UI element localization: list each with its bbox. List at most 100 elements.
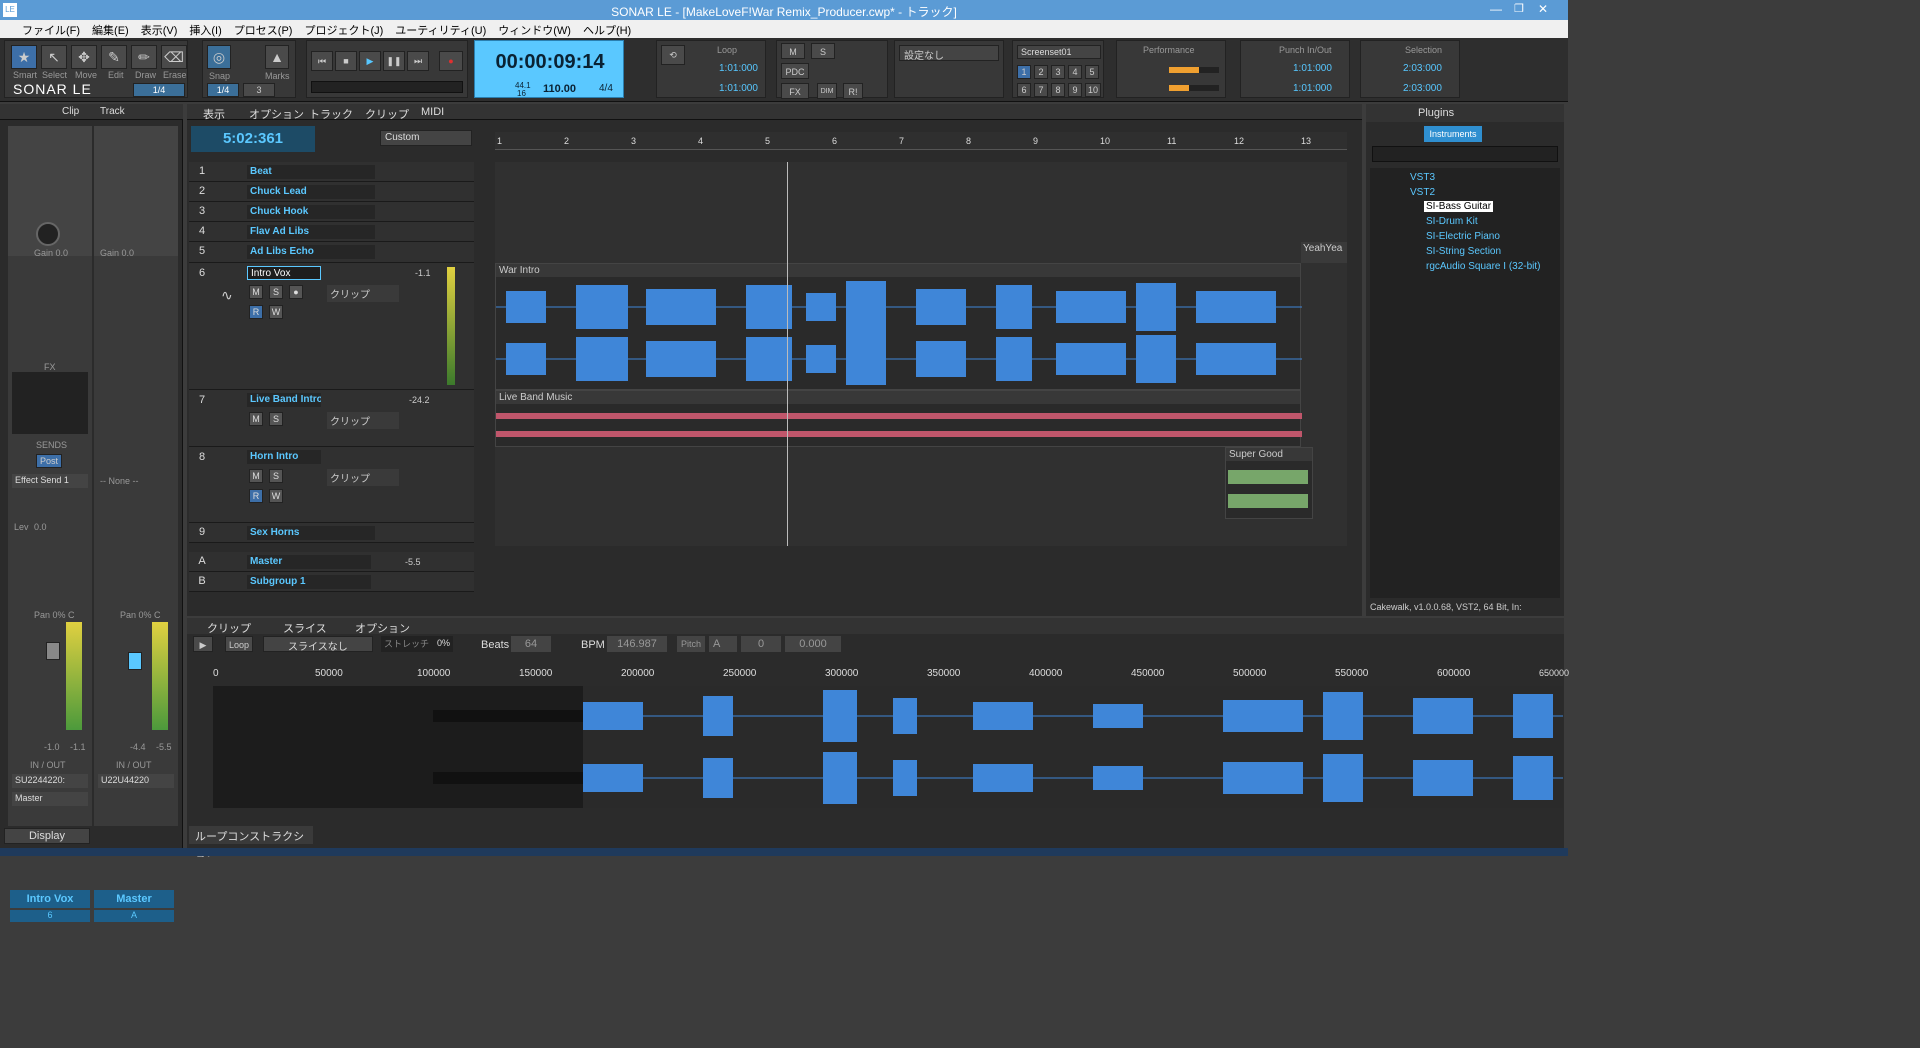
punch-start[interactable]: 1:01:000 xyxy=(1293,63,1332,74)
track-row[interactable]: 7 Live Band Intro -24.2 M S クリップ xyxy=(189,390,474,447)
instruments-button[interactable]: Instruments xyxy=(1424,126,1482,142)
tree-item-square[interactable]: rgcAudio Square I (32-bit) xyxy=(1426,261,1541,272)
screenset-3[interactable]: 3 xyxy=(1051,65,1065,79)
volume-fader-2[interactable] xyxy=(128,652,142,670)
move-tool-icon[interactable]: ✥ xyxy=(71,45,97,69)
screenset-1[interactable]: 1 xyxy=(1017,65,1031,79)
read-button[interactable]: R xyxy=(249,489,263,503)
fx-button[interactable]: FX xyxy=(781,83,809,99)
timeline-ruler[interactable]: 1 2 3 4 5 6 7 8 9 10 11 12 13 xyxy=(495,132,1347,150)
snap-resolution[interactable]: 1/4 xyxy=(207,83,239,97)
pdc-button[interactable]: PDC xyxy=(781,63,809,79)
mute-button[interactable]: M xyxy=(249,285,263,299)
lc-fine[interactable]: 0.000 xyxy=(785,636,841,652)
tree-item-strings[interactable]: SI-String Section xyxy=(1426,246,1501,257)
tree-item-bass[interactable]: SI-Bass Guitar xyxy=(1424,201,1494,212)
clip-war-intro[interactable]: War Intro xyxy=(495,263,1302,390)
input-select-1[interactable]: SU2244220: xyxy=(12,774,88,788)
stop-icon[interactable]: ■ xyxy=(335,51,357,71)
custom-select[interactable]: Custom xyxy=(380,130,472,146)
bus-name[interactable]: Master xyxy=(247,555,371,569)
track-row[interactable]: 5 Ad Libs Echo xyxy=(189,242,474,263)
bus-name[interactable]: Subgroup 1 xyxy=(247,575,371,589)
tree-folder-vst3[interactable]: VST3 xyxy=(1410,172,1435,183)
track-volume[interactable]: -1.1 xyxy=(415,268,431,278)
tv-menu-options[interactable]: オプション xyxy=(249,106,304,122)
display-button[interactable]: Display xyxy=(4,828,90,844)
lc-slice-select[interactable]: スライスなし xyxy=(263,636,373,653)
smart-tool-icon[interactable]: ★ xyxy=(11,45,37,69)
volume-fader-1[interactable] xyxy=(46,642,60,660)
menu-file[interactable]: ファイル(F) xyxy=(0,20,86,40)
track-name[interactable]: Intro Vox xyxy=(247,266,321,280)
track-name[interactable]: Horn Intro xyxy=(247,450,321,464)
minimize-icon[interactable]: — xyxy=(1490,2,1502,16)
bus-row[interactable]: B Subgroup 1 xyxy=(189,572,474,592)
clip-live-band[interactable]: Live Band Music xyxy=(495,390,1302,447)
restore-icon[interactable]: ❐ xyxy=(1514,2,1524,15)
tv-menu-clip[interactable]: クリップ xyxy=(365,106,409,122)
track-row[interactable]: 9 Sex Horns xyxy=(189,523,474,543)
loop-end[interactable]: 1:01:000 xyxy=(719,83,758,94)
screenset-6[interactable]: 6 xyxy=(1017,83,1031,97)
screenset-7[interactable]: 7 xyxy=(1034,83,1048,97)
menu-edit[interactable]: 編集(E) xyxy=(86,20,135,40)
preset-select[interactable]: 設定なし xyxy=(899,45,999,62)
loop-start[interactable]: 1:01:000 xyxy=(719,63,758,74)
menu-view[interactable]: 表示(V) xyxy=(135,20,184,40)
clip-yeah[interactable]: YeahYea xyxy=(1301,242,1347,263)
track-row[interactable]: 6 Intro Vox -1.1 M S ● クリップ R W ∿ xyxy=(189,263,474,390)
tv-menu-track[interactable]: トラック xyxy=(309,106,353,122)
arm-button[interactable]: ● xyxy=(289,285,303,299)
close-icon[interactable]: ✕ xyxy=(1538,2,1548,16)
clip-select[interactable]: クリップ xyxy=(327,412,399,429)
edit-tool-icon[interactable]: ✎ xyxy=(101,45,127,69)
erase-tool-icon[interactable]: ⌫ xyxy=(161,45,187,69)
menu-process[interactable]: プロセス(P) xyxy=(228,20,299,40)
screenset-10[interactable]: 10 xyxy=(1085,83,1101,97)
bus-volume[interactable]: -5.5 xyxy=(405,557,421,567)
snap-value-box[interactable]: 1/4 xyxy=(133,83,185,97)
track-row[interactable]: 4 Flav Ad Libs xyxy=(189,222,474,242)
fast-forward-icon[interactable]: ⏭ xyxy=(407,51,429,71)
selection-start[interactable]: 2:03:000 xyxy=(1403,63,1442,74)
play-icon[interactable]: ▶ xyxy=(359,51,381,71)
menu-utility[interactable]: ユーティリティ(U) xyxy=(389,20,492,40)
tree-item-piano[interactable]: SI-Electric Piano xyxy=(1426,231,1500,242)
clip-super-good[interactable]: Super Good xyxy=(1225,447,1313,519)
tab-track[interactable]: Track xyxy=(100,106,125,117)
screenset-2[interactable]: 2 xyxy=(1034,65,1048,79)
position-slider[interactable] xyxy=(311,81,463,93)
write-button[interactable]: W xyxy=(269,305,283,319)
lc-bpm[interactable]: 146.987 xyxy=(607,636,667,652)
lc-beats[interactable]: 64 xyxy=(511,636,551,652)
dim-button[interactable]: DIM xyxy=(817,83,837,99)
tempo-value[interactable]: 110.00 xyxy=(543,83,576,95)
track-row[interactable]: 2 Chuck Lead xyxy=(189,182,474,202)
mute-button[interactable]: M xyxy=(249,412,263,426)
mute-all-button[interactable]: M xyxy=(781,43,805,59)
selection-end[interactable]: 2:03:000 xyxy=(1403,83,1442,94)
marks-icon[interactable]: ▲ xyxy=(265,45,289,69)
solo-button[interactable]: S xyxy=(269,412,283,426)
lc-semitone[interactable]: 0 xyxy=(741,636,781,652)
lc-menu-slice[interactable]: スライス xyxy=(283,620,327,636)
lc-tab[interactable]: ループコンストラクション xyxy=(189,826,313,859)
record-icon[interactable]: ● xyxy=(439,51,463,71)
draw-tool-icon[interactable]: ✏ xyxy=(131,45,157,69)
track-volume[interactable]: -24.2 xyxy=(409,395,430,405)
track-row[interactable]: 1 Beat xyxy=(189,162,474,182)
snap-count[interactable]: 3 xyxy=(243,83,275,97)
mute-button[interactable]: M xyxy=(249,469,263,483)
punch-end[interactable]: 1:01:000 xyxy=(1293,83,1332,94)
tab-clip[interactable]: Clip xyxy=(62,106,79,117)
track-row[interactable]: 3 Chuck Hook xyxy=(189,202,474,222)
effect-send-select[interactable]: Effect Send 1 xyxy=(12,474,88,488)
track-name[interactable]: Live Band Intro xyxy=(247,393,321,407)
track-name[interactable]: Chuck Hook xyxy=(247,205,375,219)
track-name[interactable]: Beat xyxy=(247,165,375,179)
strip-2-name[interactable]: Master xyxy=(94,890,174,908)
solo-button[interactable]: S xyxy=(269,285,283,299)
track-name[interactable]: Ad Libs Echo xyxy=(247,245,375,259)
lc-pitch[interactable]: Pitch xyxy=(677,636,705,652)
